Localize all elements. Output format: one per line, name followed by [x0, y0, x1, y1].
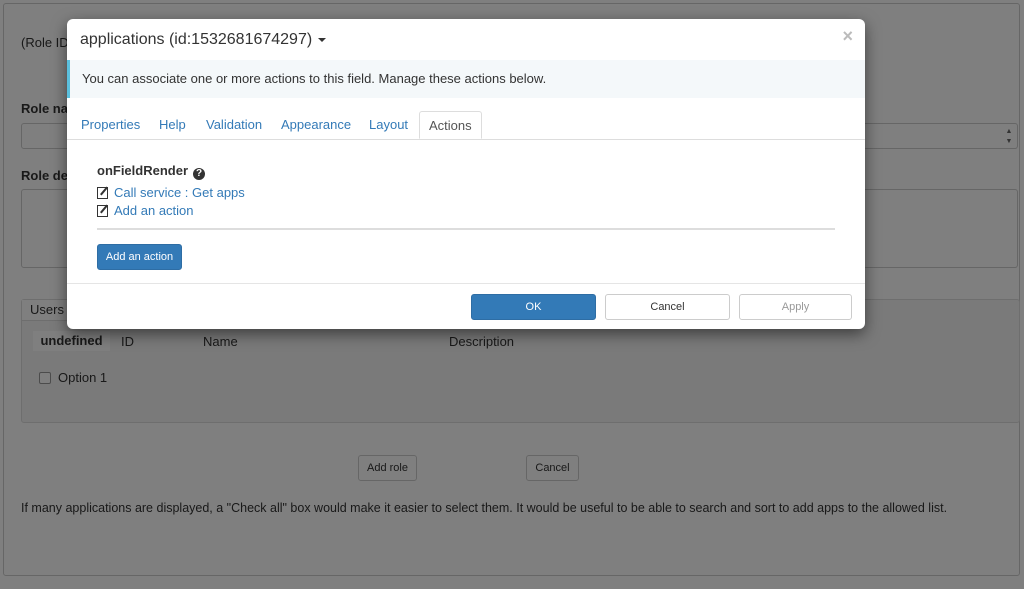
event-title-text: onFieldRender: [97, 163, 189, 178]
field-actions-modal: applications (id:1532681674297) × You ca…: [67, 19, 865, 329]
caret-down-icon: [318, 37, 327, 42]
action-link-label: Add an action: [114, 203, 194, 218]
tab-properties[interactable]: Properties: [81, 111, 140, 139]
divider: [97, 228, 835, 230]
tab-layout[interactable]: Layout: [369, 111, 408, 139]
question-circle-icon[interactable]: ?: [193, 168, 206, 180]
action-link-add-action[interactable]: Add an action: [97, 203, 194, 218]
cancel-button[interactable]: Cancel: [605, 294, 730, 320]
add-action-button[interactable]: Add an action: [97, 244, 182, 270]
action-link-label: Call service : Get apps: [114, 185, 245, 200]
edit-icon: [97, 205, 108, 217]
edit-icon: [97, 187, 108, 199]
tab-validation[interactable]: Validation: [206, 111, 262, 139]
ok-button[interactable]: OK: [471, 294, 596, 320]
tab-help[interactable]: Help: [159, 111, 186, 139]
modal-title-dropdown[interactable]: applications (id:1532681674297): [80, 31, 327, 49]
modal-footer: OK Cancel Apply: [67, 283, 865, 329]
modal-title-text: applications (id:1532681674297): [80, 31, 313, 48]
tab-bar: Properties Help Validation Appearance La…: [67, 111, 865, 140]
action-link-call-service[interactable]: Call service : Get apps: [97, 185, 245, 200]
apply-button[interactable]: Apply: [739, 294, 852, 320]
modal-header: applications (id:1532681674297) ×: [67, 19, 865, 59]
tab-actions[interactable]: Actions: [419, 111, 482, 139]
tab-appearance[interactable]: Appearance: [281, 111, 351, 139]
close-icon[interactable]: ×: [842, 26, 853, 47]
info-alert: You can associate one or more actions to…: [67, 60, 865, 98]
event-title: onFieldRender?: [97, 163, 206, 180]
